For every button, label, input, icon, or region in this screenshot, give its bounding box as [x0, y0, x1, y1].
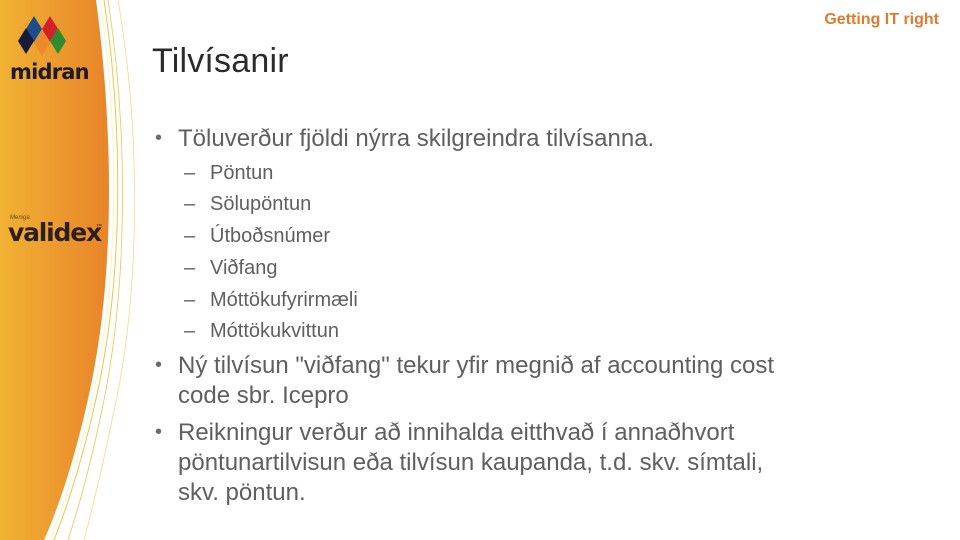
sub-marker: – — [184, 193, 196, 215]
midran-logo: midran — [6, 14, 90, 84]
sub-item-text: Móttökufyrirmæli — [210, 289, 358, 311]
bullet-text: Töluverður fjöldi nýrra skilgreindra til… — [178, 125, 655, 152]
sub-marker: – — [184, 320, 196, 342]
bullet-marker: • — [155, 354, 163, 376]
bullet-marker: • — [155, 127, 163, 149]
bullet-text-line: code sbr. Icepro — [178, 382, 349, 409]
midran-wordmark: midran — [10, 60, 90, 84]
sub-marker: – — [184, 225, 196, 247]
sub-marker: – — [184, 289, 196, 311]
slide-title: Tilvísanir — [152, 42, 289, 80]
bullet-text-line: Ný tilvísun "viðfang" tekur yfir megnið … — [178, 352, 774, 379]
bullet-text-line: Reikningur verður að innihalda eitthvað … — [178, 419, 735, 446]
sub-item-text: Pöntun — [210, 162, 274, 184]
bullet-text-line: pöntunartilvisun eða tilvísun kaupanda, … — [178, 449, 764, 476]
sub-item-text: Sölupöntun — [210, 193, 312, 215]
bullet-marker: • — [155, 421, 163, 443]
validex-trademark: ™ — [96, 224, 102, 230]
sub-item-text: Útboðsnúmer — [210, 225, 331, 247]
sub-marker: – — [184, 257, 196, 279]
validex-logo: Meniga validex ™ — [4, 212, 104, 248]
bullet-text-line: skv. pöntun. — [178, 479, 306, 506]
validex-wordmark: validex — [8, 218, 102, 247]
sub-item-text: Móttökukvittun — [210, 320, 339, 342]
sub-item-text: Viðfang — [210, 257, 278, 279]
diamonds-icon — [18, 16, 66, 56]
sub-marker: – — [184, 162, 196, 184]
tagline: Getting IT right — [824, 11, 939, 28]
